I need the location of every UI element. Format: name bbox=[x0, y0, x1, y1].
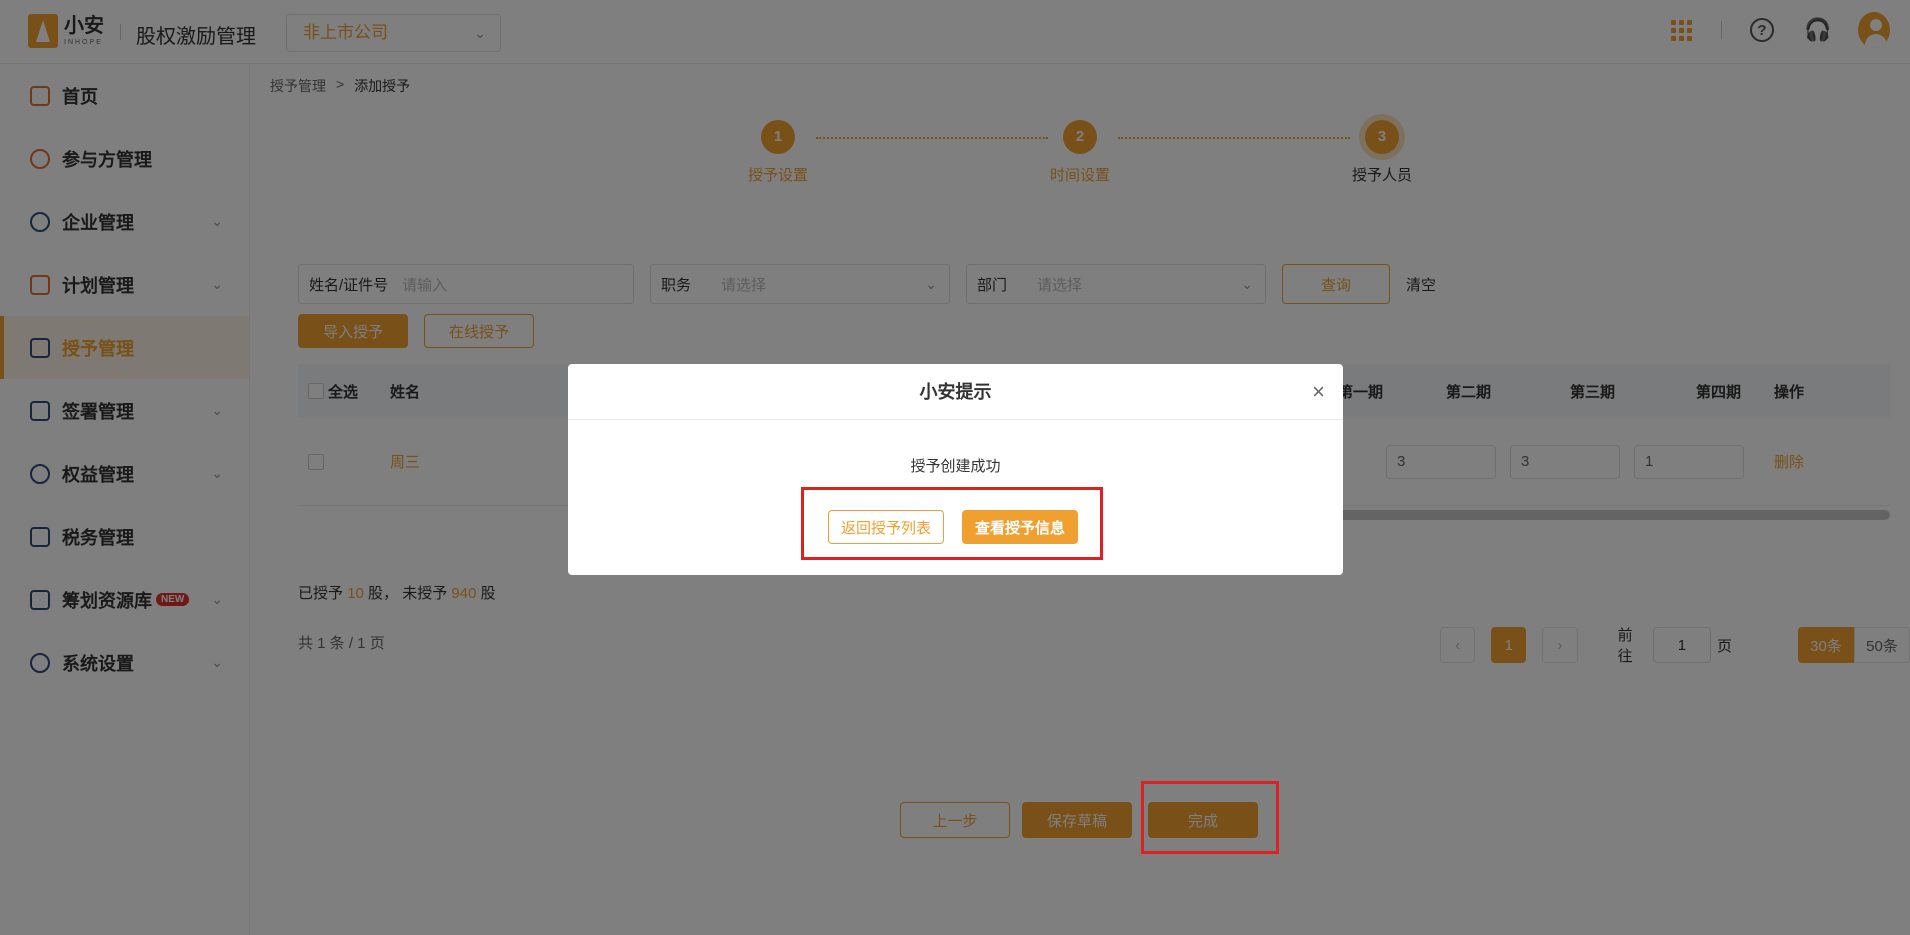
highlight-box-finish bbox=[1141, 781, 1279, 854]
close-icon[interactable]: × bbox=[1312, 364, 1325, 420]
dialog-title: 小安提示 bbox=[919, 382, 992, 402]
highlight-box-dialog-buttons bbox=[801, 487, 1103, 560]
dialog-message: 授予创建成功 bbox=[910, 458, 1001, 475]
dialog-header: 小安提示 × bbox=[568, 364, 1343, 420]
app-root: 小安 INHOPE 股权激励管理 非上市公司 ⌄ ? 🎧 bbox=[0, 0, 1910, 935]
